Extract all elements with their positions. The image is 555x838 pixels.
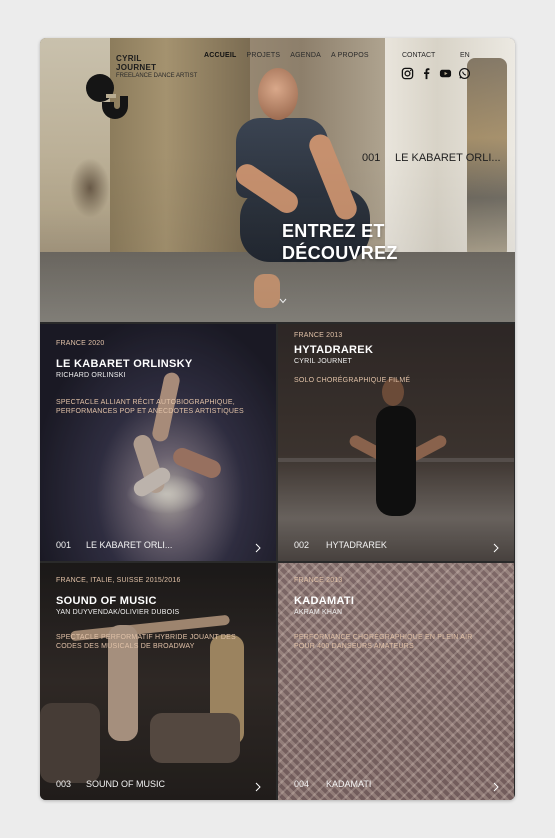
main-nav: ACCUEIL PROJETS AGENDA A PROPOS (204, 52, 369, 59)
project-number: 002 (294, 540, 310, 550)
project-card[interactable]: FRANCE 2013 KADAMATI AKRAM KHAN PERFORMA… (278, 563, 514, 800)
project-number: 001 (56, 540, 72, 550)
project-author: CYRIL JOURNET (294, 358, 352, 365)
project-author: YAN DUYVENDAK/OLIVIER DUBOIS (56, 609, 180, 616)
chevron-right-icon[interactable] (254, 779, 262, 792)
project-number: 003 (56, 779, 72, 789)
brand-tagline: FREELANCE DANCE ARTIST (116, 73, 198, 79)
project-meta: FRANCE 2013 (294, 332, 343, 339)
nav-item-projets[interactable]: PROJETS (247, 52, 281, 59)
project-number: 004 (294, 779, 310, 789)
page-frame: CYRIL JOURNET FREELANCE DANCE ARTIST ACC… (40, 38, 515, 800)
project-link[interactable]: SOUND OF MUSIC (86, 779, 165, 789)
project-description: PERFORMANCE CHORÉGRAPHIQUE EN PLEIN AIR … (294, 634, 473, 650)
language-switch[interactable]: EN (460, 52, 470, 59)
project-author: RICHARD ORLINSKI (56, 372, 126, 379)
hero-project-number: 001 (362, 152, 381, 164)
project-author: AKRAM KHAN (294, 609, 343, 616)
chevron-right-icon[interactable] (254, 540, 262, 553)
project-description: SOLO CHORÉGRAPHIQUE FILMÉ (294, 377, 411, 384)
brand-last-name: JOURNET (116, 63, 157, 72)
project-meta: FRANCE, ITALIE, SUISSE 2015/2016 (56, 577, 181, 584)
hero-section: CYRIL JOURNET FREELANCE DANCE ARTIST ACC… (40, 38, 515, 322)
facebook-icon[interactable] (420, 67, 433, 80)
chevron-right-icon[interactable] (492, 779, 500, 792)
project-description: SPECTACLE ALLIANT RÉCIT AUTOBIOGRAPHIQUE… (56, 399, 244, 415)
project-description: SPECTACLE PERFORMATIF HYBRIDE JOUANT DES… (56, 634, 236, 650)
project-card[interactable]: FRANCE, ITALIE, SUISSE 2015/2016 SOUND O… (40, 563, 276, 800)
chevron-right-icon[interactable] (492, 540, 500, 553)
social-links (401, 67, 471, 80)
project-link[interactable]: HYTADRAREK (326, 540, 387, 550)
nav-item-accueil[interactable]: ACCUEIL (204, 52, 237, 59)
chevron-down-icon[interactable] (278, 296, 288, 306)
project-title: LE KABARET ORLINSKY (56, 358, 193, 370)
project-link[interactable]: LE KABARET ORLI... (86, 540, 172, 550)
project-link[interactable]: KADAMATI (326, 779, 371, 789)
project-meta: FRANCE 2013 (294, 577, 343, 584)
project-title: HYTADRAREK (294, 344, 374, 356)
hero-title-line: DÉCOUVREZ (282, 243, 398, 263)
instagram-icon[interactable] (401, 67, 414, 80)
project-card[interactable]: FRANCE 2020 LE KABARET ORLINSKY RICHARD … (40, 324, 276, 561)
project-title: KADAMATI (294, 595, 355, 607)
hero-title: ENTREZ ET DÉCOUVREZ (282, 220, 398, 264)
project-meta: FRANCE 2020 (56, 340, 105, 347)
hero-title-line: ENTREZ ET (282, 221, 385, 241)
nav-item-contact[interactable]: CONTACT (402, 52, 435, 59)
projects-grid: FRANCE 2020 LE KABARET ORLINSKY RICHARD … (40, 324, 515, 800)
nav-item-agenda[interactable]: AGENDA (290, 52, 321, 59)
whatsapp-icon[interactable] (458, 67, 471, 80)
project-title: SOUND OF MUSIC (56, 595, 157, 607)
brand-first-name: CYRIL (116, 54, 142, 63)
brand-block[interactable]: CYRIL JOURNET FREELANCE DANCE ARTIST (116, 54, 197, 80)
hero-project-link[interactable]: LE KABARET ORLI... (395, 152, 501, 164)
nav-item-a-propos[interactable]: A PROPOS (331, 52, 369, 59)
project-card[interactable]: FRANCE 2013 HYTADRAREK CYRIL JOURNET SOL… (278, 324, 514, 561)
youtube-icon[interactable] (439, 67, 452, 80)
